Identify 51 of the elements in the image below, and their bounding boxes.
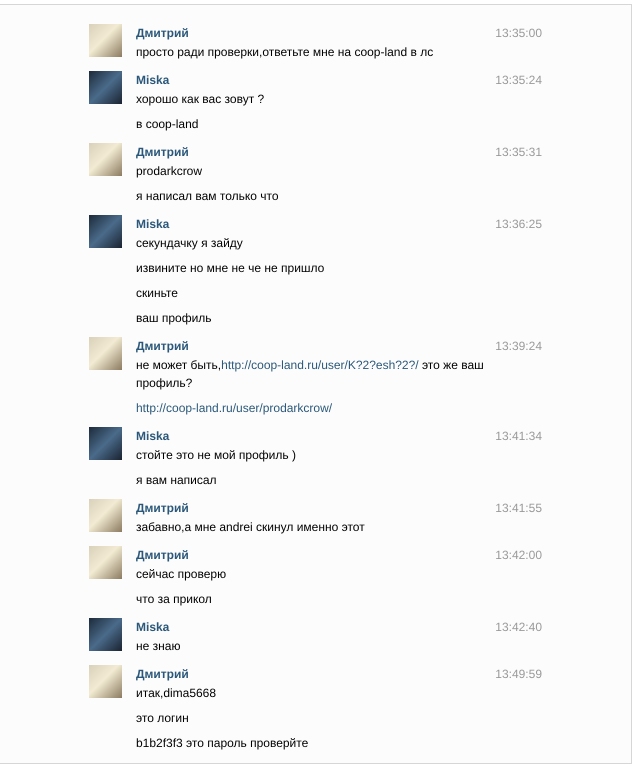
profile-link[interactable]: http://coop-land.ru/user/K?2?esh?2?/ [221, 358, 419, 372]
avatar-photo-placeholder [89, 24, 122, 57]
avatar-photo-placeholder [89, 427, 122, 460]
profile-link[interactable]: http://coop-land.ru/user/prodarkcrow/ [136, 401, 332, 415]
author-name[interactable]: Miska [136, 71, 170, 90]
message-time: 13:39:24 [495, 338, 542, 355]
message-text: итак,dima5668 [136, 685, 218, 702]
message-time: 13:41:55 [495, 500, 542, 517]
message-time: 13:42:40 [495, 619, 542, 636]
avatar-photo-placeholder [89, 337, 122, 370]
message-text: просто ради проверки,ответьте мне на coop-land в лс [136, 44, 434, 61]
author-name[interactable]: Дмитрий [136, 499, 189, 518]
message-text: забавно,а мне andrei скинул именно этот [136, 519, 366, 536]
avatar-photo-placeholder [89, 71, 122, 104]
message-text: b1b2f3f3 это пароль проверйте [136, 735, 310, 752]
message-text: это логин [136, 710, 190, 727]
message-text: ваш профиль [136, 310, 213, 327]
message-text: что за прикол [136, 591, 213, 608]
author-name[interactable]: Miska [136, 618, 170, 637]
avatar-photo-placeholder [89, 665, 122, 698]
author-name[interactable]: Дмитрий [136, 24, 189, 43]
message-text: prodarkcrow [136, 163, 204, 180]
author-name[interactable]: Miska [136, 427, 170, 446]
message-time: 13:41:34 [495, 428, 542, 445]
avatar-photo-placeholder [89, 143, 122, 176]
message-text: хорошо как вас зовут ? [136, 91, 266, 108]
message-time: 13:36:25 [495, 216, 542, 233]
message-text: секундачку я зайду [136, 235, 244, 252]
message-text: стойте это не мой профиль ) [136, 447, 297, 464]
author-name[interactable]: Miska [136, 215, 170, 234]
message-text: извините но мне не че не пришло [136, 260, 326, 277]
message-time: 13:35:00 [495, 25, 542, 42]
message-text: я вам написал [136, 472, 218, 489]
message-time: 13:49:59 [495, 666, 542, 683]
message-text: не может быть,http://coop-land.ru/user/K?2?esh?2?/ это же ваш профиль? [136, 357, 485, 392]
avatar-photo-placeholder [89, 546, 122, 579]
message-text: скиньте [136, 285, 179, 302]
message-text: в coop-land [136, 116, 200, 133]
message-text: сейчас проверю [136, 566, 228, 583]
author-name[interactable]: Дмитрий [136, 143, 189, 162]
avatar-photo-placeholder [89, 499, 122, 532]
author-name[interactable]: Дмитрий [136, 546, 189, 565]
avatar-photo-placeholder [89, 215, 122, 248]
author-name[interactable]: Дмитрий [136, 337, 189, 356]
message-time: 13:42:00 [495, 547, 542, 564]
message-time: 13:35:24 [495, 72, 542, 89]
avatar-photo-placeholder [89, 618, 122, 651]
message-text: не знаю [136, 638, 182, 655]
author-name[interactable]: Дмитрий [136, 665, 189, 684]
message-time: 13:35:31 [495, 144, 542, 161]
message-text: я написал вам только что [136, 188, 280, 205]
